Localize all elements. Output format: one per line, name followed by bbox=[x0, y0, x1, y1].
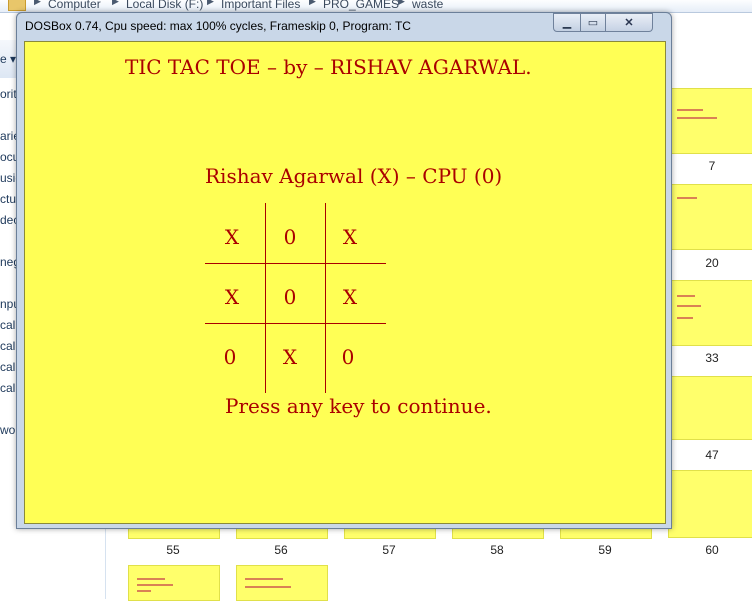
continue-prompt: Press any key to continue. bbox=[225, 394, 492, 418]
close-button[interactable]: ✕ bbox=[606, 13, 653, 32]
chevron-right-icon[interactable]: ▶ bbox=[34, 0, 41, 7]
board-cell: X bbox=[342, 285, 358, 309]
file-thumbnail[interactable] bbox=[128, 565, 220, 601]
players-line: Rishav Agarwal (X) – CPU (0) bbox=[205, 164, 503, 188]
file-label[interactable]: 59 bbox=[585, 543, 625, 557]
file-label[interactable]: 20 bbox=[692, 256, 732, 270]
close-icon: ✕ bbox=[624, 17, 634, 29]
grid-line bbox=[205, 323, 386, 324]
file-thumbnail[interactable] bbox=[236, 565, 328, 601]
nav-item-local-disk[interactable]: cal bbox=[0, 339, 15, 353]
file-label[interactable]: 60 bbox=[692, 543, 732, 557]
breadcrumb-important-files[interactable]: Important Files bbox=[221, 0, 300, 11]
nav-item-favorites[interactable]: orit bbox=[0, 87, 17, 101]
maximize-icon: ▭ bbox=[587, 17, 599, 29]
board-cell: 0 bbox=[283, 285, 297, 309]
grid-line bbox=[205, 263, 386, 264]
dos-screen[interactable]: TIC TAC TOE – by – RISHAV AGARWAL. Risha… bbox=[24, 41, 666, 524]
file-label[interactable]: 58 bbox=[477, 543, 517, 557]
title-bar[interactable]: DOSBox 0.74, Cpu speed: max 100% cycles,… bbox=[17, 13, 671, 39]
game-header: TIC TAC TOE – by – RISHAV AGARWAL. bbox=[125, 55, 532, 79]
board-cell: 0 bbox=[341, 345, 355, 369]
board-cell: X bbox=[224, 285, 240, 309]
dosbox-window[interactable]: DOSBox 0.74, Cpu speed: max 100% cycles,… bbox=[16, 12, 672, 529]
chevron-right-icon[interactable]: ▶ bbox=[112, 0, 119, 7]
chevron-right-icon[interactable]: ▶ bbox=[398, 0, 405, 7]
window-title: DOSBox 0.74, Cpu speed: max 100% cycles,… bbox=[25, 19, 411, 33]
organize-dropdown-arrow[interactable]: e ▾ bbox=[0, 52, 16, 66]
file-thumbnail[interactable] bbox=[668, 280, 752, 346]
maximize-button[interactable]: ▭ bbox=[581, 13, 606, 32]
breadcrumb-waste[interactable]: waste bbox=[412, 0, 443, 11]
folder-icon bbox=[8, 0, 26, 11]
file-label[interactable]: 57 bbox=[369, 543, 409, 557]
file-label[interactable]: 33 bbox=[692, 351, 732, 365]
file-thumbnail[interactable] bbox=[668, 88, 752, 154]
minimize-button[interactable]: ▁ bbox=[553, 13, 581, 32]
file-label[interactable]: 55 bbox=[153, 543, 193, 557]
board-cell: X bbox=[342, 225, 358, 249]
breadcrumb-local-disk[interactable]: Local Disk (F:) bbox=[126, 0, 203, 11]
breadcrumb-pro-games[interactable]: PRO_GAMES bbox=[323, 0, 399, 11]
minimize-icon: ▁ bbox=[562, 17, 572, 29]
board-cell: 0 bbox=[223, 345, 237, 369]
board-cell: 0 bbox=[283, 225, 297, 249]
file-label[interactable]: 47 bbox=[692, 448, 732, 462]
breadcrumb-computer[interactable]: Computer bbox=[48, 0, 101, 11]
nav-item-local-disk[interactable]: cal bbox=[0, 318, 15, 332]
board-cell: X bbox=[282, 345, 298, 369]
file-thumbnail[interactable] bbox=[668, 184, 752, 250]
file-label[interactable]: 7 bbox=[692, 159, 732, 173]
nav-item-local-disk[interactable]: cal bbox=[0, 381, 15, 395]
file-thumbnail[interactable] bbox=[668, 470, 752, 538]
chevron-right-icon[interactable]: ▶ bbox=[207, 0, 214, 7]
file-label[interactable]: 56 bbox=[261, 543, 301, 557]
file-thumbnail[interactable] bbox=[668, 376, 752, 440]
nav-item-pictures[interactable]: ctu bbox=[0, 192, 16, 206]
board-cell: X bbox=[224, 225, 240, 249]
chevron-right-icon[interactable]: ▶ bbox=[309, 0, 316, 7]
nav-item-local-disk[interactable]: cal bbox=[0, 360, 15, 374]
